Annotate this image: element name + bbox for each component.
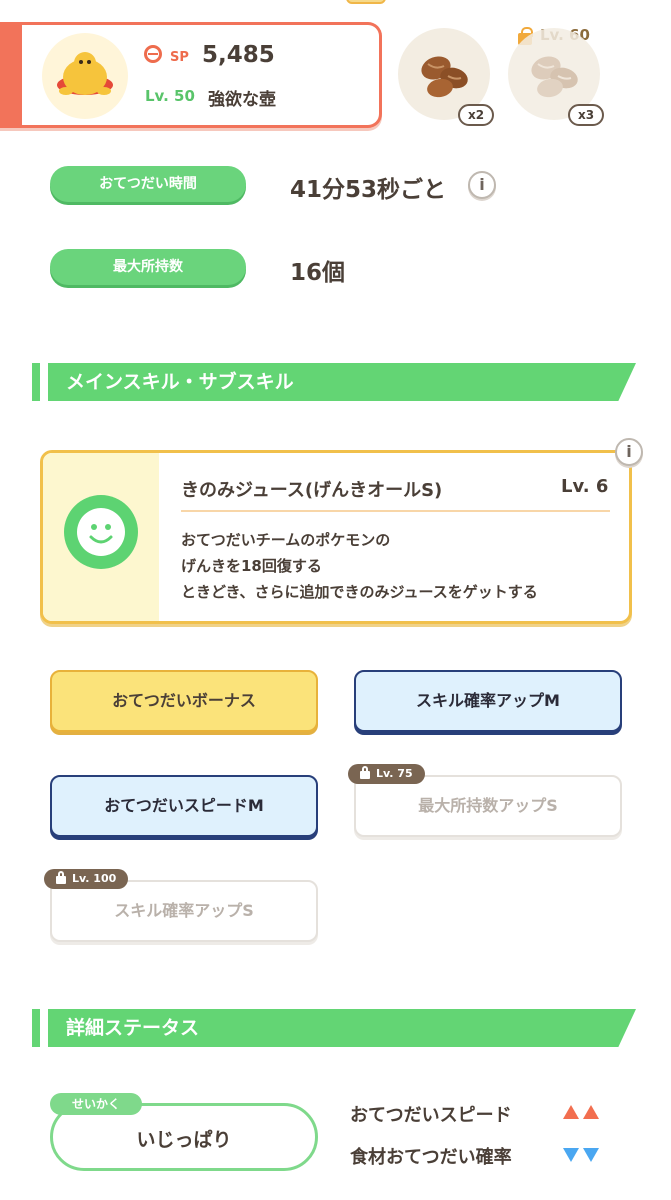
- main-skill-name: きのみジュース(げんきオールS): [181, 480, 443, 501]
- nature-value: いじっぱり: [136, 1129, 232, 1151]
- up-arrows-icon: [563, 1105, 607, 1121]
- main-skill-desc-line: おてつだいチームのポケモンの: [181, 531, 391, 549]
- subskill-4-unlock-tag: Lv. 75: [348, 764, 425, 784]
- details-section-header: 詳細ステータス: [48, 1009, 636, 1047]
- nature-tag: せいかく: [50, 1093, 142, 1115]
- subskill-4-unlock-level: Lv. 75: [376, 767, 413, 780]
- max-carry-value: 16個: [290, 260, 346, 286]
- subskill-5-unlock-level: Lv. 100: [72, 872, 117, 885]
- max-carry-label: 最大所持数: [50, 249, 246, 285]
- nature-effect-up-label: おてつだいスピード: [350, 1105, 512, 1126]
- main-skill-level: Lv. 6: [561, 476, 609, 497]
- nature-effect-down-label: 食材おてつだい確率: [350, 1147, 512, 1168]
- pokemon-card-stripe: [0, 22, 22, 128]
- help-time-value: 41分53秒ごと: [290, 177, 447, 203]
- main-skill-desc-line: げんきを18回復する: [181, 557, 322, 575]
- smile-face-icon: [64, 495, 138, 569]
- shuckle-icon: [57, 52, 113, 95]
- sp-label: SP: [170, 50, 189, 65]
- section-bar: [32, 363, 40, 401]
- help-time-info-icon[interactable]: i: [468, 171, 496, 199]
- subskill-5-unlock-tag: Lv. 100: [44, 869, 129, 889]
- pokemon-main-subskill: 強欲な壺: [208, 90, 276, 110]
- subskill-button-3[interactable]: おてつだいスピードM: [50, 775, 318, 837]
- ingredient-1-count: x2: [458, 104, 495, 126]
- top-tab-edge: [346, 0, 386, 4]
- skills-section-title: メインスキル・サブスキル: [66, 371, 294, 393]
- section-bar: [32, 1009, 40, 1047]
- pokeball-icon: [144, 45, 162, 63]
- subskill-button-5[interactable]: スキル確率アップS: [50, 880, 318, 942]
- pokemon-avatar: [42, 33, 128, 119]
- subskill-button-1[interactable]: おてつだいボーナス: [50, 670, 318, 732]
- skills-section-header: メインスキル・サブスキル: [48, 363, 636, 401]
- details-section-title: 詳細ステータス: [66, 1017, 200, 1039]
- lock-icon: [360, 766, 370, 779]
- main-skill-desc-line: ときどき、さらに追加できのみジュースをゲットする: [181, 583, 538, 601]
- ingredient-2-count: x3: [568, 104, 605, 126]
- main-skill-description: おてつだいチームのポケモンの げんきを18回復する ときどき、さらに追加できのみ…: [181, 527, 538, 605]
- subskill-button-2[interactable]: スキル確率アップM: [354, 670, 622, 732]
- lock-icon: [56, 871, 66, 884]
- help-time-label: おてつだい時間: [50, 166, 246, 202]
- subskill-button-4[interactable]: 最大所持数アップS: [354, 775, 622, 837]
- down-arrows-icon: [563, 1148, 607, 1164]
- pokemon-level: Lv. 50: [145, 87, 195, 105]
- main-skill-info-icon[interactable]: i: [615, 438, 643, 466]
- sp-value: 5,485: [202, 42, 275, 68]
- main-skill-divider: [181, 510, 610, 512]
